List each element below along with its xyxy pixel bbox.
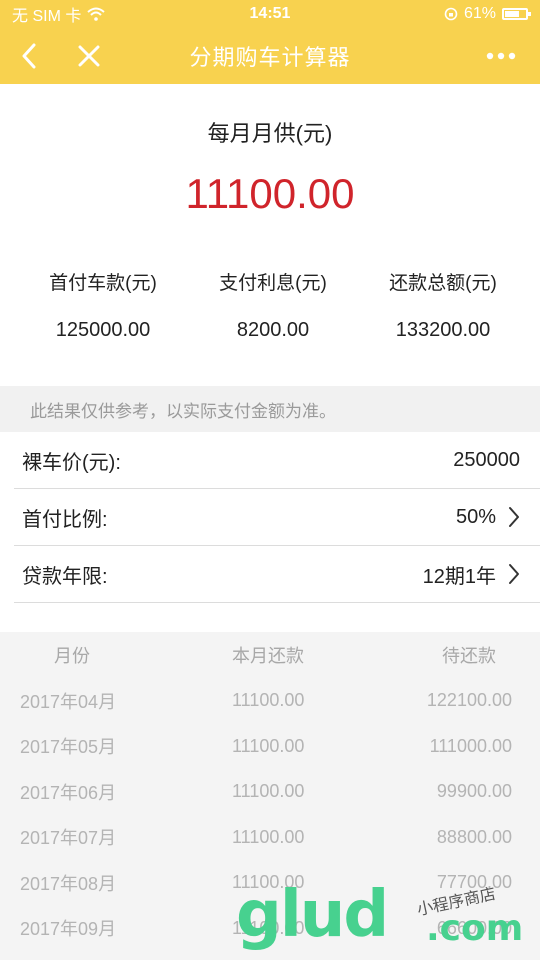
table-row: 2017年09月 11100.00 66600.00 bbox=[0, 906, 540, 952]
cell-remaining: 66600.00 bbox=[436, 917, 512, 938]
battery-icon bbox=[502, 8, 531, 20]
table-row: 2017年07月 11100.00 88800.00 bbox=[0, 815, 540, 861]
back-button[interactable] bbox=[4, 28, 54, 84]
cell-payment: 11100.00 bbox=[232, 917, 305, 938]
chevron-right-icon bbox=[509, 564, 519, 584]
cell-month: 2017年05月 bbox=[20, 737, 117, 758]
page-title: 分期购车计算器 bbox=[189, 45, 351, 70]
stat-down-payment: 首付车款(元) 125000.00 bbox=[0, 268, 188, 342]
table-header: 月份 本月还款 待还款 bbox=[0, 632, 540, 678]
cell-payment: 11100.00 bbox=[232, 781, 305, 802]
more-dots-icon bbox=[486, 52, 516, 60]
more-button[interactable] bbox=[476, 28, 526, 84]
summary-stats: 首付车款(元) 125000.00 支付利息(元) 8200.00 还款总额(元… bbox=[0, 268, 540, 342]
down-payment-ratio-select[interactable]: 50% bbox=[456, 506, 520, 529]
header-month: 月份 bbox=[54, 646, 90, 666]
cell-month: 2017年09月 bbox=[20, 919, 117, 940]
header-remaining: 待还款 bbox=[442, 646, 496, 666]
repayment-schedule-table: 月份 本月还款 待还款 2017年04月 11100.00 122100.00 … bbox=[0, 632, 540, 960]
stat-value: 8200.00 bbox=[236, 319, 310, 341]
loan-term-row[interactable]: 贷款年限: 12期1年 bbox=[14, 546, 540, 603]
cell-payment: 11100.00 bbox=[232, 872, 305, 893]
down-payment-ratio-row[interactable]: 首付比例: 50% bbox=[14, 489, 540, 546]
stat-interest: 支付利息(元) 8200.00 bbox=[188, 268, 358, 342]
loan-term-label: 贷款年限: bbox=[22, 565, 108, 588]
cell-payment: 11100.00 bbox=[232, 735, 305, 756]
cell-month: 2017年07月 bbox=[20, 828, 117, 849]
stat-label: 首付车款(元) bbox=[49, 273, 157, 294]
table-row: 2017年04月 11100.00 122100.00 bbox=[0, 678, 540, 724]
table-row: 2017年05月 11100.00 111000.00 bbox=[0, 724, 540, 770]
header-this-month-payment: 本月还款 bbox=[232, 646, 304, 666]
chevron-right-icon bbox=[509, 507, 519, 527]
down-payment-ratio-text: 50% bbox=[455, 505, 496, 528]
stat-value: 133200.00 bbox=[395, 319, 491, 341]
stat-total-repayment: 还款总额(元) 133200.00 bbox=[358, 268, 540, 342]
car-price-row[interactable]: 裸车价(元): 250000 bbox=[14, 432, 540, 489]
stat-label: 还款总额(元) bbox=[389, 273, 497, 294]
cell-payment: 11100.00 bbox=[232, 690, 305, 711]
chevron-left-icon bbox=[22, 43, 36, 69]
status-bar: 无 SIM 卡 14:51 61% bbox=[0, 0, 540, 28]
cell-remaining: 88800.00 bbox=[436, 826, 512, 847]
stat-label: 支付利息(元) bbox=[219, 273, 327, 294]
payment-summary: 每月月供(元) 11100.00 首付车款(元) 125000.00 支付利息(… bbox=[0, 84, 540, 386]
loan-form: 裸车价(元): 250000 首付比例: 50% 贷款年限: 12期1年 bbox=[0, 432, 540, 603]
close-button[interactable] bbox=[64, 28, 114, 84]
close-icon bbox=[78, 45, 100, 67]
cell-payment: 11100.00 bbox=[232, 826, 305, 847]
table-row: 2017年08月 11100.00 77700.00 bbox=[0, 860, 540, 906]
down-payment-ratio-label: 首付比例: bbox=[22, 508, 108, 531]
monthly-payment-label: 每月月供(元) bbox=[207, 121, 333, 146]
table-row: 2017年06月 11100.00 99900.00 bbox=[0, 769, 540, 815]
cell-remaining: 77700.00 bbox=[436, 872, 512, 893]
monthly-payment-value: 11100.00 bbox=[185, 170, 355, 217]
stat-value: 125000.00 bbox=[55, 319, 151, 341]
cell-remaining: 122100.00 bbox=[426, 690, 512, 711]
cell-month: 2017年06月 bbox=[20, 782, 117, 803]
loan-term-select[interactable]: 12期1年 bbox=[423, 560, 520, 589]
section-gap bbox=[0, 618, 540, 632]
cell-remaining: 99900.00 bbox=[436, 781, 512, 802]
clock: 14:51 bbox=[249, 5, 291, 22]
car-price-text: 250000 bbox=[453, 448, 520, 471]
car-price-value[interactable]: 250000 bbox=[453, 449, 520, 472]
nav-bar: 分期购车计算器 bbox=[0, 28, 540, 84]
car-price-label: 裸车价(元): bbox=[22, 451, 121, 474]
loan-term-text: 12期1年 bbox=[422, 565, 496, 588]
cell-remaining: 111000.00 bbox=[429, 735, 512, 756]
cell-month: 2017年08月 bbox=[20, 873, 117, 894]
cell-month: 2017年04月 bbox=[20, 691, 117, 712]
disclaimer-note: 此结果仅供参考，以实际支付金额为准。 bbox=[0, 386, 540, 432]
